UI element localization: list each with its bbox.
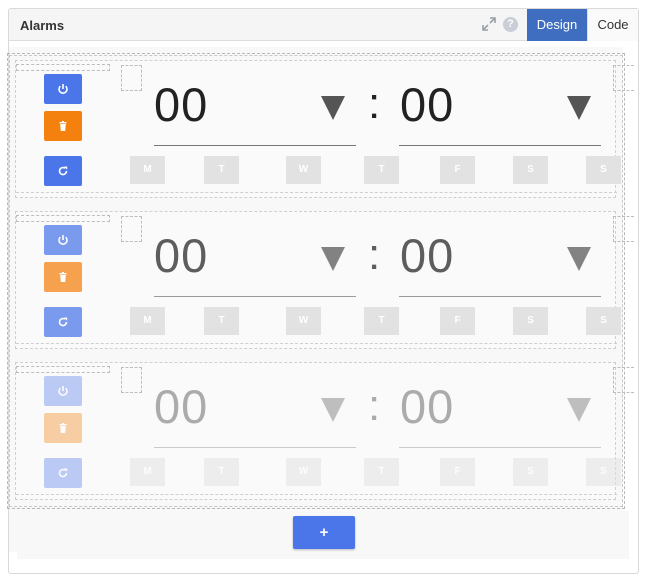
power-icon <box>57 82 69 96</box>
tab-design[interactable]: Design <box>527 9 587 41</box>
row-divider <box>16 192 617 193</box>
hour-underline <box>154 296 356 297</box>
delete-button[interactable] <box>44 413 82 443</box>
refresh-icon <box>57 164 69 178</box>
time-separator: : <box>368 230 381 279</box>
day-toggle-tue[interactable]: T <box>204 307 239 335</box>
add-alarm-button[interactable]: + <box>293 516 355 549</box>
day-toggle-mon[interactable]: M <box>130 156 165 184</box>
placeholder-box <box>121 216 142 242</box>
day-toggle-sat[interactable]: S <box>513 307 548 335</box>
hour-dropdown-arrow[interactable] <box>321 247 345 271</box>
trash-icon <box>57 119 69 133</box>
row-label-outline <box>16 215 110 222</box>
day-toggle-sun[interactable]: S <box>586 156 621 184</box>
minute-dropdown-arrow[interactable] <box>567 96 591 120</box>
day-toggle-wed[interactable]: W <box>286 156 321 184</box>
hour-dropdown-arrow[interactable] <box>321 96 345 120</box>
day-toggle-sun[interactable]: S <box>586 458 621 486</box>
power-icon <box>57 384 69 398</box>
day-toggle-thu[interactable]: T <box>364 458 399 486</box>
alarm-row: 00 : 00 M T W T F S S <box>15 362 634 500</box>
minute-value[interactable]: 00 <box>400 228 454 283</box>
day-toggle-fri[interactable]: F <box>440 307 475 335</box>
hour-value[interactable]: 00 <box>154 228 208 283</box>
minute-underline <box>399 296 601 297</box>
delete-button[interactable] <box>44 111 82 141</box>
power-button[interactable] <box>44 225 82 255</box>
hour-underline <box>154 145 356 146</box>
day-toggle-tue[interactable]: T <box>204 156 239 184</box>
repeat-button[interactable] <box>44 307 82 337</box>
minute-dropdown-arrow[interactable] <box>567 398 591 422</box>
refresh-icon <box>57 315 69 329</box>
day-toggle-sat[interactable]: S <box>513 458 548 486</box>
placeholder-box <box>613 216 634 242</box>
power-button[interactable] <box>44 376 82 406</box>
refresh-icon <box>57 466 69 480</box>
hour-value[interactable]: 00 <box>154 77 208 132</box>
panel-title: Alarms <box>20 18 65 33</box>
day-toggle-sun[interactable]: S <box>586 307 621 335</box>
alarm-row: 00 : 00 M T W T F S S <box>15 60 634 198</box>
hour-value[interactable]: 00 <box>154 379 208 434</box>
day-toggle-thu[interactable]: T <box>364 156 399 184</box>
help-icon[interactable]: ? <box>503 17 518 32</box>
day-toggle-wed[interactable]: W <box>286 307 321 335</box>
day-toggle-fri[interactable]: F <box>440 156 475 184</box>
day-toggle-fri[interactable]: F <box>440 458 475 486</box>
repeat-button[interactable] <box>44 156 82 186</box>
alarm-row: 00 : 00 M T W T F S S <box>15 211 634 349</box>
time-separator: : <box>368 79 381 128</box>
repeat-button[interactable] <box>44 458 82 488</box>
day-toggle-tue[interactable]: T <box>204 458 239 486</box>
day-toggle-mon[interactable]: M <box>130 307 165 335</box>
placeholder-box <box>121 65 142 91</box>
minute-value[interactable]: 00 <box>400 379 454 434</box>
trash-icon <box>57 421 69 435</box>
row-label-outline <box>16 366 110 373</box>
power-icon <box>57 233 69 247</box>
power-button[interactable] <box>44 74 82 104</box>
minute-dropdown-arrow[interactable] <box>567 247 591 271</box>
day-toggle-sat[interactable]: S <box>513 156 548 184</box>
placeholder-box <box>613 367 634 393</box>
row-divider <box>16 494 617 495</box>
panel-header: Alarms ? Design Code <box>9 9 638 41</box>
hour-underline <box>154 447 356 448</box>
day-toggle-thu[interactable]: T <box>364 307 399 335</box>
trash-icon <box>57 270 69 284</box>
day-toggle-wed[interactable]: W <box>286 458 321 486</box>
expand-icon[interactable] <box>482 17 496 31</box>
minute-underline <box>399 145 601 146</box>
delete-button[interactable] <box>44 262 82 292</box>
placeholder-box <box>121 367 142 393</box>
tab-code[interactable]: Code <box>587 9 638 41</box>
minute-underline <box>399 447 601 448</box>
day-toggle-mon[interactable]: M <box>130 458 165 486</box>
time-separator: : <box>368 381 381 430</box>
placeholder-box <box>613 65 634 91</box>
hour-dropdown-arrow[interactable] <box>321 398 345 422</box>
row-label-outline <box>16 64 110 71</box>
row-divider <box>16 343 617 344</box>
minute-value[interactable]: 00 <box>400 77 454 132</box>
